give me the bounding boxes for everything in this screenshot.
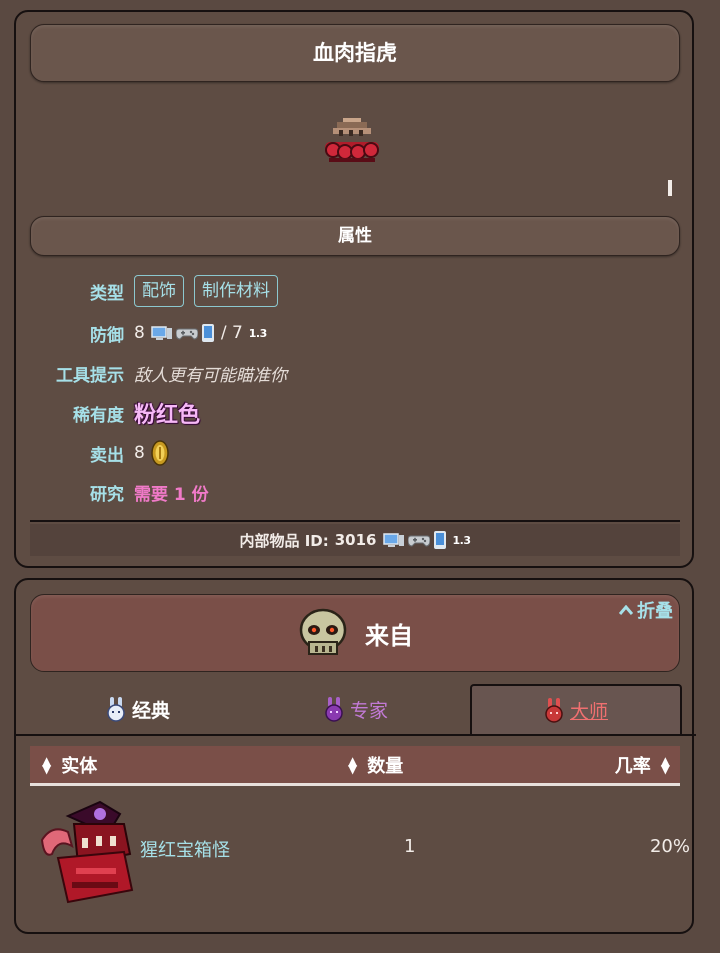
rarity-value: 粉红色 <box>134 403 201 428</box>
research-row: 研究 需要 1 份 <box>16 475 696 509</box>
type-tag-accessory[interactable]: 配饰 <box>134 275 184 307</box>
type-label: 类型 <box>90 283 124 304</box>
entity-link[interactable]: 猩红宝箱怪 <box>140 836 230 862</box>
expert-bunny-icon <box>325 697 343 722</box>
source-card: 来自 折叠 经典 专家 大师 ▲ ▼ 实体 ▲ ▼ 数量 几率 ▲ ▼ 猩红宝箱… <box>14 578 696 934</box>
tooltip-label: 工具提示 <box>56 365 124 386</box>
tab-master[interactable]: 大师 <box>470 684 682 734</box>
version-badge: 1.3 <box>452 533 472 547</box>
rate-cell: 20% <box>649 836 690 857</box>
internal-id-label: 内部物品 ID: <box>239 531 329 550</box>
chevron-up-icon <box>619 605 633 615</box>
header-rate-label: 几率 <box>614 755 651 777</box>
tab-master-label: 大师 <box>569 700 608 723</box>
tooltip-value: 敌人更有可能瞄准你 <box>134 365 287 386</box>
tab-classic-label: 经典 <box>131 699 170 722</box>
difficulty-tabs: 经典 专家 大师 <box>16 684 696 734</box>
type-tag-material[interactable]: 制作材料 <box>194 275 278 307</box>
item-title: 血肉指虎 <box>30 24 680 82</box>
tab-expert-label: 专家 <box>349 699 388 722</box>
tabs-divider <box>16 734 696 736</box>
quantity-cell: 1 <box>404 836 416 857</box>
crimson-mimic-icon[interactable] <box>38 794 138 908</box>
header-quantity[interactable]: ▲ ▼ 数量 <box>348 746 403 783</box>
version-badge: 1.3 <box>248 326 268 340</box>
from-label: 来自 <box>365 621 413 650</box>
tab-classic[interactable]: 经典 <box>30 684 246 734</box>
research-value: 需要 1 份 <box>134 484 209 505</box>
sell-value: 8 <box>134 443 145 463</box>
desktop-icon <box>151 326 172 340</box>
desktop-icon <box>382 533 404 547</box>
tooltip-row: 工具提示 敌人更有可能瞄准你 <box>16 356 696 390</box>
defense-value: 8 <box>134 323 145 343</box>
sort-icon: ▲ ▼ <box>42 753 52 776</box>
skull-icon <box>299 608 347 655</box>
defense-row: 防御 8 / 7 1.3 <box>16 316 696 350</box>
tab-expert[interactable]: 专家 <box>248 684 464 734</box>
from-banner[interactable]: 来自 折叠 <box>30 594 680 672</box>
header-quantity-label: 数量 <box>367 755 404 777</box>
internal-id-value: 3016 <box>334 531 377 549</box>
header-rate[interactable]: 几率 ▲ ▼ <box>615 746 670 783</box>
divider <box>30 520 680 522</box>
classic-bunny-icon <box>107 697 125 722</box>
table-row: 猩红宝箱怪 1 20% <box>30 792 690 910</box>
gamepad-icon <box>407 535 430 547</box>
attributes-header: 属性 <box>30 216 680 256</box>
collapse-label: 折叠 <box>637 601 673 622</box>
internal-id-bar: 内部物品 ID: 3016 1.3 <box>30 524 680 556</box>
gamepad-icon <box>175 328 198 340</box>
mobile-icon <box>433 531 446 549</box>
flesh-knuckles-icon <box>325 118 379 162</box>
header-entity-label: 实体 <box>61 755 98 777</box>
table-header: ▲ ▼ 实体 ▲ ▼ 数量 几率 ▲ ▼ <box>30 746 680 786</box>
collapse-button[interactable]: 折叠 <box>619 597 673 623</box>
research-label: 研究 <box>90 484 124 505</box>
mobile-icon <box>201 324 214 342</box>
master-bunny-icon <box>545 698 563 723</box>
sell-label: 卖出 <box>90 445 124 466</box>
scroll-tick-icon <box>668 180 672 196</box>
item-card: 血肉指虎 属性 类型 配饰 制作材料 防御 8 / 7 1.3 工具提示 敌人更… <box>14 10 694 568</box>
header-entity[interactable]: ▲ ▼ 实体 <box>42 746 97 783</box>
sort-icon: ▲ ▼ <box>348 753 358 776</box>
gold-coin-icon <box>151 440 169 466</box>
rarity-label: 稀有度 <box>73 405 124 426</box>
defense-label: 防御 <box>90 325 124 346</box>
type-row: 类型 配饰 制作材料 <box>16 274 696 308</box>
sort-icon: ▲ ▼ <box>660 753 670 776</box>
defense-alt-value: / 7 <box>220 323 243 343</box>
rarity-row: 稀有度 粉红色 <box>16 396 696 430</box>
sell-row: 卖出 8 <box>16 436 696 470</box>
